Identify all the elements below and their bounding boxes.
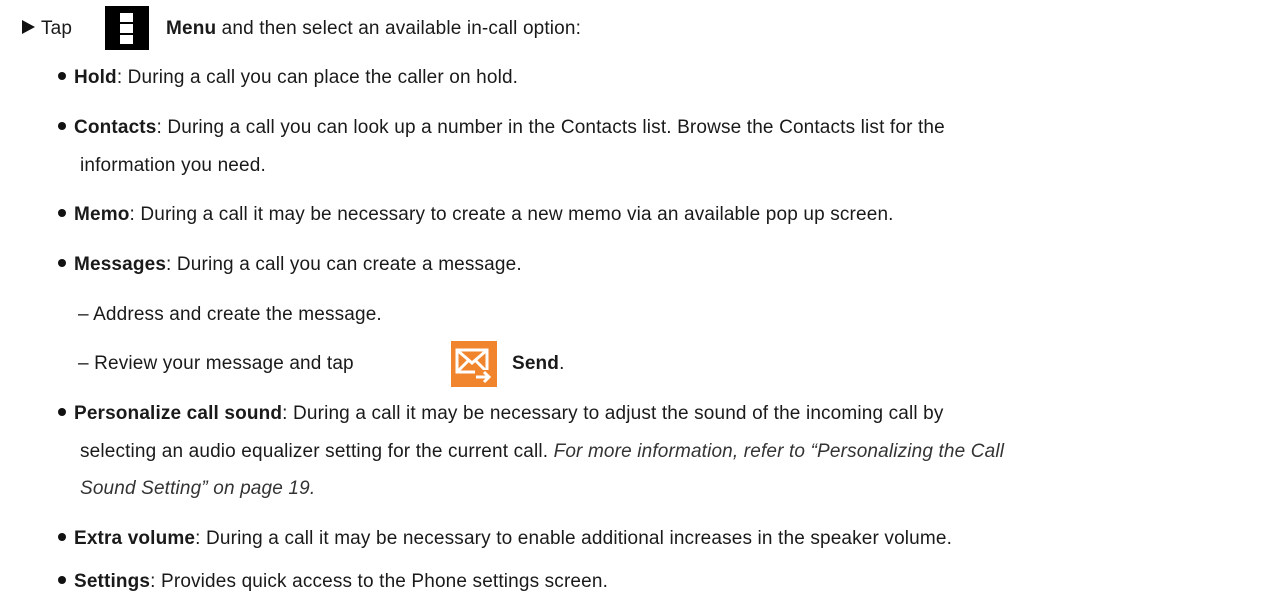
option-hold: Hold: During a call you can place the ca… [58,66,518,90]
option-term: Messages [74,254,167,275]
option-text: : During a call you can create a message… [166,254,522,275]
option-personalize-continued: selecting an audio equalizer setting for… [80,440,1004,464]
bullet-icon [58,71,66,80]
option-messages: Messages: During a call you can create a… [58,253,522,277]
menu-label: Menu [166,18,217,39]
option-memo: Memo: During a call it may be necessary … [58,203,894,227]
send-icon [451,341,497,387]
option-term: Settings [74,571,151,592]
option-text: : During a call it may be necessary to c… [129,204,894,225]
document-page: Tap Menu and then select an available in… [0,0,1283,601]
option-extra-volume: Extra volume: During a call it may be ne… [58,527,952,551]
intro-step: Tap [22,17,72,41]
messages-substep-address: – Address and create the message. [78,304,382,325]
send-label: Send [512,353,560,374]
option-text-continued: information you need. [80,155,266,176]
menu-icon [105,6,149,50]
cross-reference: For more information, refer to “Personal… [553,441,1005,462]
intro-pre: Tap [41,18,73,39]
option-text: : During a call it may be necessary to a… [282,403,944,424]
messages-substep-send: – Review your message and tap [78,352,354,376]
step-arrow-icon [22,19,35,34]
intro-post: and then select an available in-call opt… [216,18,582,39]
period: . [559,353,565,374]
option-text: : During a call you can look up a number… [156,117,945,138]
option-personalize: Personalize call sound: During a call it… [58,402,944,426]
option-term: Extra volume [74,528,196,549]
option-settings: Settings: Provides quick access to the P… [58,570,608,594]
bullet-icon [58,121,66,130]
send-label-line: Send. [512,352,565,376]
cross-reference: Sound Setting” on page 19. [80,478,316,499]
option-personalize-continued-2: Sound Setting” on page 19. [80,477,315,501]
bullet-icon [58,575,66,584]
substep-text: – Review your message and tap [78,353,354,374]
option-term: Memo [74,204,130,225]
bullet-icon [58,208,66,217]
option-term: Hold [74,67,117,88]
bullet-icon [58,532,66,541]
option-text: : Provides quick access to the Phone set… [150,571,609,592]
option-text: selecting an audio equalizer setting for… [80,441,554,462]
option-contacts: Contacts: During a call you can look up … [58,116,945,140]
bullet-icon [58,258,66,267]
option-term: Personalize call sound [74,403,283,424]
option-text: : During a call it may be necessary to e… [195,528,953,549]
option-term: Contacts [74,117,157,138]
option-text: : During a call you can place the caller… [116,67,519,88]
intro-text: Menu and then select an available in-cal… [166,17,581,41]
bullet-icon [58,407,66,416]
